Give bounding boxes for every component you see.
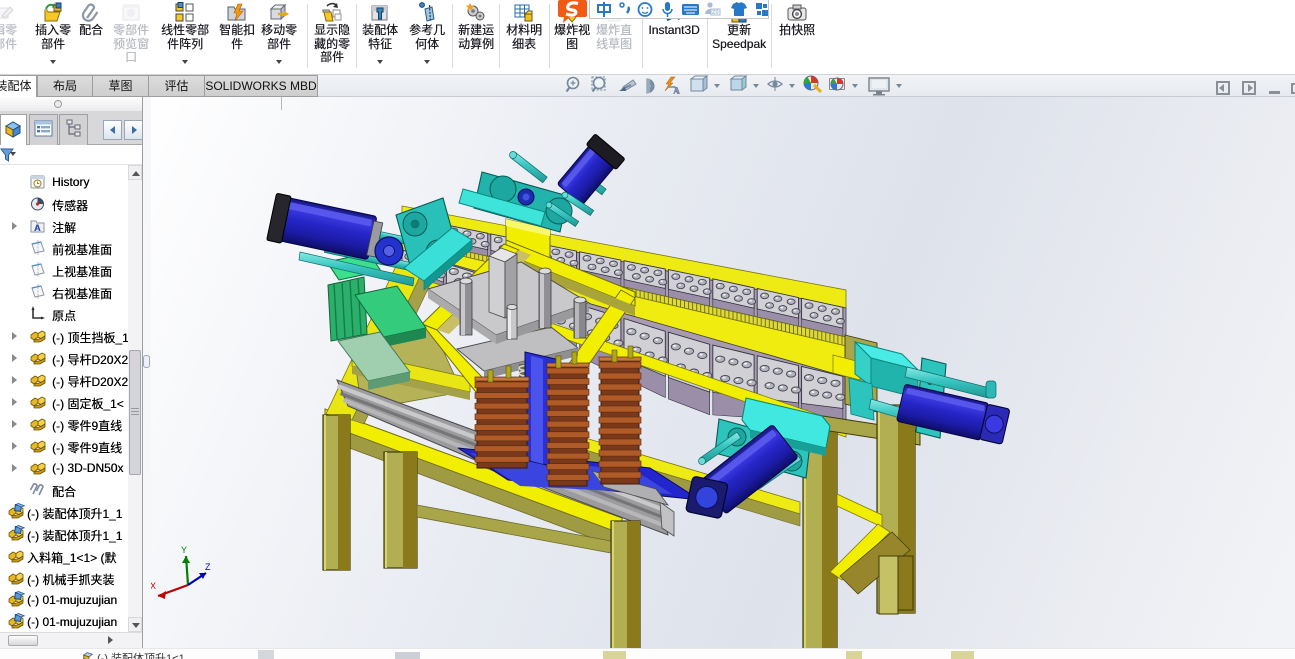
svg-text:20: 20 <box>712 10 719 16</box>
svg-text:Z: Z <box>205 562 211 572</box>
svg-text:Y: Y <box>181 545 187 555</box>
svg-text:A: A <box>34 223 41 233</box>
svg-text:A: A <box>673 86 680 97</box>
